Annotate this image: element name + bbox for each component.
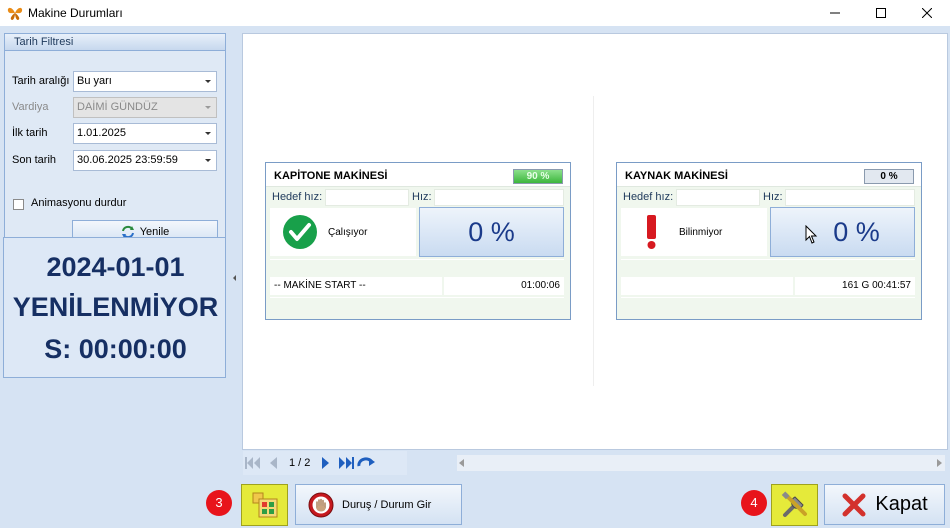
previous-page-icon [270,457,277,469]
info-row [270,259,564,275]
minimize-icon [830,12,840,14]
left-panel: Tarih Filtresi Tarih aralığı Bu yarı Var… [0,26,232,528]
animation-checkbox-label: Animasyonu durdur [31,197,127,209]
close-x-icon [842,493,866,516]
butterfly-icon [7,7,23,20]
efficiency-percent: 0 % [770,207,915,257]
title-bar: Makine Durumları [0,0,950,26]
event-duration: 01:00:06 [444,277,564,295]
end-date-value: 30.06.2025 23:59:59 [77,154,178,166]
start-date-value: 1.01.2025 [77,127,126,139]
efficiency-percent: 0 % [419,207,564,257]
close-icon [922,8,932,18]
settings-tools-button[interactable] [771,484,818,526]
status-text: Çalışıyor [328,227,368,238]
date-filter-group: Tarih Filtresi Tarih aralığı Bu yarı Var… [4,33,226,257]
stop-status-label: Duruş / Durum Gir [342,498,432,511]
speed-label: Hız: [763,191,783,203]
info-row [270,297,564,313]
machine-card[interactable]: KAYNAK MAKİNESİ 0 % Hedef hız: Hız: Bili… [616,162,922,320]
target-speed-label: Hedef hız: [623,191,674,203]
window-title: Makine Durumları [28,6,123,20]
date-range-select[interactable]: Bu yarı [73,71,217,92]
mouse-pointer-icon [805,225,818,244]
info-refresh-status: YENİLENMİYOR [12,292,219,322]
annotation-badge: 4 [741,490,767,516]
stop-hand-icon [308,492,334,517]
date-range-label: Tarih aralığı [12,75,70,87]
status-text: Bilinmiyor [679,227,723,238]
close-label: Kapat [875,493,928,515]
check-icon [283,215,317,249]
maximize-icon [876,8,886,18]
speed-label: Hız: [412,191,432,203]
info-time: S: 00:00:00 [44,334,187,364]
close-button[interactable]: Kapat [824,484,945,525]
card-divider [593,96,594,386]
annotation-badge: 3 [206,490,232,516]
chevron-down-icon [205,106,211,109]
target-speed-value [676,189,760,206]
shift-label: Vardiya [12,101,49,113]
next-page-button[interactable] [316,453,336,473]
target-speed-value [325,189,409,206]
scroll-left-icon [459,459,464,467]
end-date-picker[interactable]: 30.06.2025 23:59:59 [73,150,217,171]
end-date-label: Son tarih [12,154,57,166]
info-row [621,259,915,275]
start-date-picker[interactable]: 1.01.2025 [73,123,217,144]
maximize-button[interactable] [858,0,904,26]
horizontal-scrollbar[interactable] [457,455,945,471]
last-page-icon [339,457,355,469]
exclamation-icon [647,215,656,249]
event-duration: 161 G 00:41:57 [795,277,915,295]
info-panel: 2024-01-01 YENİLENMİYOR S: 00:00:00 [3,237,226,378]
machine-card-header: KAPİTONE MAKİNESİ 90 % [266,163,570,187]
first-page-icon [245,457,260,469]
layout-grid-icon [252,492,277,518]
auto-cycle-button[interactable] [356,453,376,473]
efficiency-badge: 90 % [513,169,563,184]
collapse-arrow-icon [233,275,236,281]
status-area: Bilinmiyor [621,208,767,256]
chevron-down-icon [205,159,211,162]
splitter[interactable] [232,26,238,528]
first-page-button[interactable] [243,453,263,473]
layout-button[interactable] [241,484,288,526]
efficiency-percent-value: 0 % [833,216,880,247]
pager: 1 / 2 [243,451,407,475]
machine-card[interactable]: KAPİTONE MAKİNESİ 90 % Hedef hız: Hız: Ç… [265,162,571,320]
last-event [621,277,793,295]
status-area: Çalışıyor [270,208,416,256]
machine-name: KAPİTONE MAKİNESİ [274,170,388,182]
info-date: 2024-01-01 [46,252,185,282]
minimize-button[interactable] [812,0,858,26]
close-window-button[interactable] [904,0,950,26]
info-row [621,297,915,313]
page-indicator: 1 / 2 [289,457,311,469]
next-page-icon [322,457,330,469]
target-speed-label: Hedef hız: [272,191,323,203]
shift-select: DAİMİ GÜNDÜZ [73,97,217,118]
tools-icon [781,491,807,517]
stop-status-button[interactable]: Duruş / Durum Gir [295,484,462,525]
scroll-right-icon [937,459,942,467]
last-event: -- MAKİNE START -- [270,277,442,295]
speed-value [785,189,915,206]
previous-page-button[interactable] [263,453,283,473]
machine-name: KAYNAK MAKİNESİ [625,170,728,182]
date-range-value: Bu yarı [77,75,112,87]
chevron-down-icon [205,132,211,135]
cycle-icon [357,457,376,467]
date-filter-title: Tarih Filtresi [5,34,225,51]
speed-value [434,189,564,206]
last-page-button[interactable] [336,453,356,473]
animation-checkbox[interactable] [13,199,24,210]
start-date-label: İlk tarih [12,127,48,139]
machines-area: KAPİTONE MAKİNESİ 90 % Hedef hız: Hız: Ç… [242,33,948,450]
efficiency-badge: 0 % [864,169,914,184]
shift-value: DAİMİ GÜNDÜZ [77,101,158,113]
chevron-down-icon [205,80,211,83]
machine-card-header: KAYNAK MAKİNESİ 0 % [617,163,921,187]
